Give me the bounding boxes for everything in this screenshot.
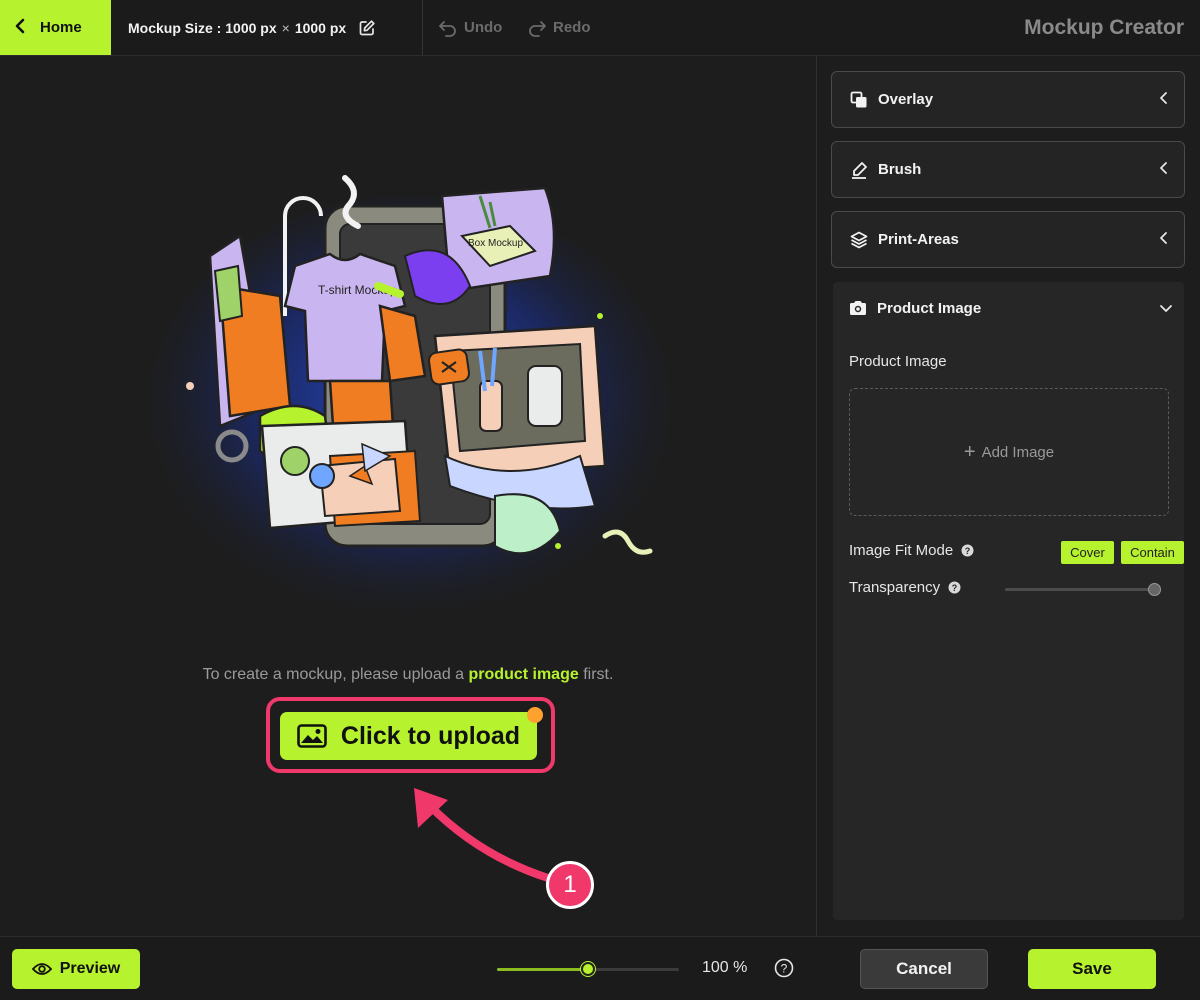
section-product-image: Product Image Product Image + Add Image … [833, 282, 1184, 920]
transparency-slider-track[interactable] [1005, 588, 1159, 591]
upload-highlight-frame: Click to upload [266, 697, 555, 773]
chevron-down-icon [1160, 305, 1172, 312]
brush-icon [852, 161, 867, 179]
chevron-left-icon [1160, 232, 1167, 244]
edit-icon[interactable] [358, 19, 376, 37]
hint-suffix: first. [583, 666, 614, 683]
preview-button[interactable]: Preview [12, 949, 140, 989]
mockup-size-label: Mockup Size : [128, 19, 222, 36]
home-label: Home [40, 19, 82, 36]
redo-label: Redo [553, 19, 591, 36]
svg-text:?: ? [965, 546, 971, 556]
times-sign: × [281, 19, 290, 36]
mockup-height: 1000 px [294, 19, 347, 36]
top-bar: Home Mockup Size : 1000 px × 1000 px Und… [0, 0, 1200, 56]
section-overlay[interactable]: Overlay [831, 71, 1185, 128]
hint-highlight: product image [468, 666, 579, 683]
undo-icon [439, 20, 456, 37]
save-button[interactable]: Save [1028, 949, 1156, 989]
zoom-slider-thumb[interactable] [581, 962, 595, 976]
chevron-left-icon [1160, 162, 1167, 174]
svg-text:?: ? [952, 583, 958, 593]
chevron-left-icon [14, 18, 26, 38]
cancel-button[interactable]: Cancel [860, 949, 988, 989]
redo-button[interactable]: Redo [527, 0, 591, 55]
mockup-illustration: T-shirt Mockup. Box Mockup [150, 175, 670, 616]
product-image-title: Product Image [877, 299, 982, 317]
upload-hint: To create a mockup, please upload a prod… [0, 666, 816, 684]
image-fit-mode-label: Image Fit Mode [849, 542, 954, 559]
home-button[interactable]: Home [0, 0, 111, 55]
zoom-slider-fill [497, 968, 588, 971]
section-print-areas-label: Print-Areas [878, 231, 959, 248]
image-icon [297, 724, 327, 748]
fit-cover-button[interactable]: Cover [1061, 541, 1114, 564]
layers-icon [850, 231, 868, 248]
help-icon[interactable]: ? [961, 544, 974, 557]
overlay-icon [850, 91, 867, 107]
step-badge: 1 [546, 861, 594, 909]
undo-label: Undo [464, 19, 503, 36]
canvas-area: T-shirt Mockup. Box Mockup To create a m… [0, 56, 816, 936]
box-text: Box Mockup [468, 238, 523, 249]
transparency-label: Transparency [849, 579, 941, 596]
section-overlay-label: Overlay [878, 91, 934, 108]
product-image-subtitle: Product Image [849, 353, 947, 370]
transparency-slider-thumb[interactable] [1148, 583, 1161, 596]
click-to-upload-button[interactable]: Click to upload [280, 712, 537, 760]
svg-text:?: ? [781, 962, 788, 976]
hint-prefix: To create a mockup, please upload a [202, 666, 465, 683]
notification-dot [527, 707, 543, 723]
transparency-row: Transparency ? [849, 579, 961, 596]
section-brush[interactable]: Brush [831, 141, 1185, 198]
zoom-value: 100 % [702, 959, 748, 976]
add-image-label: Add Image [981, 443, 1055, 461]
image-fit-mode-row: Image Fit Mode ? [849, 542, 974, 559]
section-print-areas[interactable]: Print-Areas [831, 211, 1185, 268]
topbar-divider [422, 0, 423, 55]
bottom-bar: Preview 100 % ? Cancel Save [0, 936, 1200, 1000]
mockup-size: Mockup Size : 1000 px × 1000 px [128, 0, 376, 55]
fit-contain-button[interactable]: Contain [1121, 541, 1184, 564]
chevron-left-icon [1160, 92, 1167, 104]
preview-label: Preview [59, 960, 121, 977]
redo-icon [529, 20, 546, 37]
mockup-width: 1000 px [225, 19, 277, 36]
section-brush-label: Brush [878, 161, 922, 178]
pointer-arrow [414, 788, 552, 882]
settings-panel: Overlay Brush Print-Areas Product Image … [816, 56, 1200, 936]
app-title: Mockup Creator [1024, 15, 1184, 39]
product-image-header[interactable]: Product Image [833, 282, 1184, 334]
camera-icon [850, 301, 866, 315]
help-icon[interactable]: ? [948, 581, 961, 594]
upload-label: Click to upload [340, 721, 521, 750]
add-image-dropzone[interactable]: + Add Image [849, 388, 1169, 516]
help-circle-icon[interactable]: ? [774, 958, 794, 983]
undo-button[interactable]: Undo [438, 0, 502, 55]
plus-icon: + [963, 440, 976, 463]
eye-icon [31, 963, 52, 975]
